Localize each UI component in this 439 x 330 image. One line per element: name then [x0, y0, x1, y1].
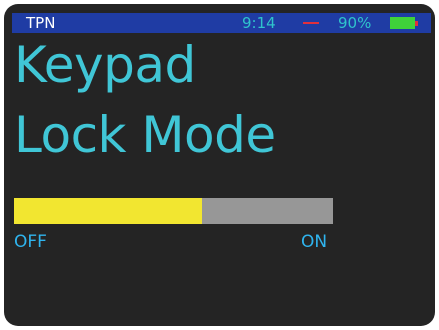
battery-fill — [390, 17, 415, 29]
minus-icon — [303, 22, 319, 24]
on-label: ON — [301, 232, 328, 252]
battery-icon — [390, 17, 418, 29]
clock: 9:14 — [242, 14, 276, 32]
lock-mode-slider[interactable] — [14, 198, 333, 224]
off-label: OFF — [14, 232, 47, 252]
device-screen: TPN 9:14 90% Keypad Lock Mode OFF ON — [4, 4, 435, 326]
carrier-label: TPN — [26, 14, 56, 32]
page-title-line-2: Lock Mode — [14, 106, 276, 164]
status-bar: TPN 9:14 90% — [12, 13, 431, 33]
battery-tip — [415, 21, 418, 26]
battery-percent: 90% — [338, 14, 372, 32]
page-title-line-1: Keypad — [14, 36, 196, 94]
lock-mode-slider-fill — [14, 198, 203, 224]
